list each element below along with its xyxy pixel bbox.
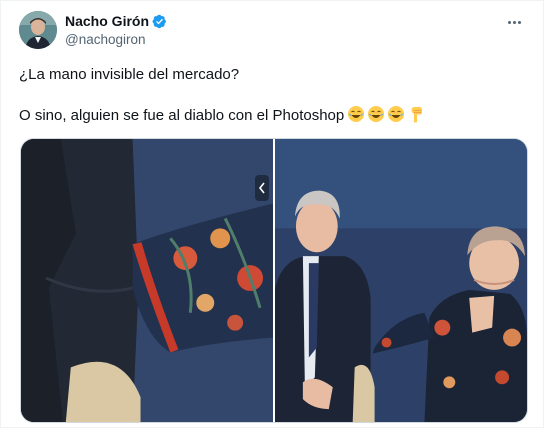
media-grid xyxy=(20,138,528,423)
face-with-tears-of-joy-icon xyxy=(348,106,365,122)
more-horizontal-icon xyxy=(507,20,511,24)
chevron-left-icon xyxy=(258,182,265,194)
profile-photo-icon xyxy=(19,11,57,49)
two-people-image xyxy=(275,139,527,422)
author-handle[interactable]: @nachogiron xyxy=(65,32,167,47)
tweet-header: Nacho Girón @nachogiron xyxy=(19,11,529,51)
previous-image-button[interactable] xyxy=(255,175,269,201)
author-names: Nacho Girón @nachogiron xyxy=(65,12,167,47)
face-with-tears-of-joy-icon xyxy=(388,106,405,122)
tweet-text-line-2: O sino, alguien se fue al diablo con el … xyxy=(19,105,529,125)
tweet-card: Nacho Girón @nachogiron ¿La mano invisib… xyxy=(0,0,544,428)
verified-badge-icon xyxy=(152,14,166,28)
tweet-text-line-2-text: O sino, alguien se fue al diablo con el … xyxy=(19,107,345,124)
avatar[interactable] xyxy=(19,11,57,49)
face-with-tears-of-joy-icon xyxy=(368,106,385,122)
tweet-text: ¿La mano invisible del mercado? O sino, … xyxy=(19,65,529,125)
more-horizontal-icon-dot xyxy=(517,20,521,24)
two-people-seated-photo[interactable] xyxy=(275,139,527,422)
more-options-button[interactable] xyxy=(503,13,525,31)
display-name[interactable]: Nacho Girón xyxy=(65,13,149,29)
cropped-sleeve-photo[interactable] xyxy=(21,139,273,422)
emoji-group xyxy=(347,105,425,123)
more-horizontal-icon-dot xyxy=(512,20,516,24)
tweet-text-line-1: ¿La mano invisible del mercado? xyxy=(19,66,240,83)
backhand-index-pointing-down-icon xyxy=(411,107,423,123)
display-name-row: Nacho Girón xyxy=(65,12,167,30)
cropped-sleeve-image xyxy=(21,139,273,422)
